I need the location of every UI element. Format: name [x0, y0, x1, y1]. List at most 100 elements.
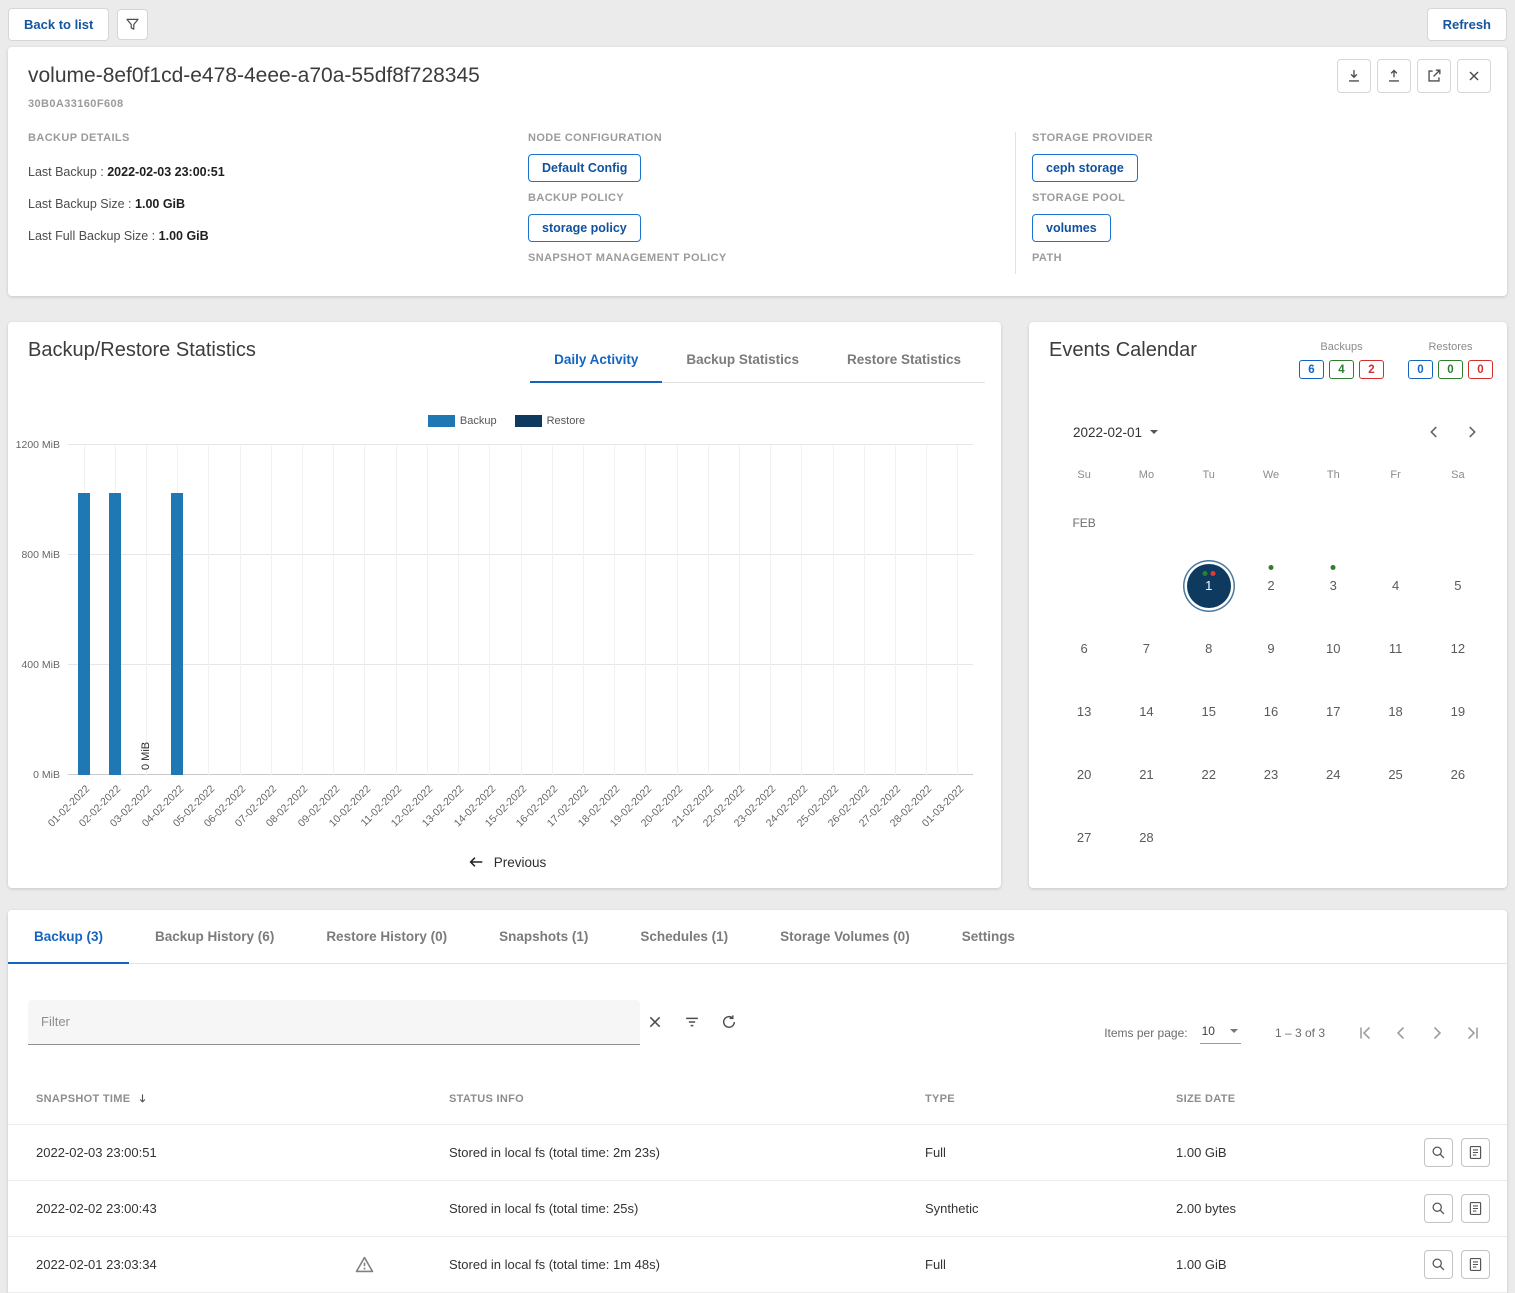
- backup-policy-chip[interactable]: storage policy: [528, 214, 641, 242]
- calendar-day-1[interactable]: 1: [1178, 554, 1240, 617]
- calendar-prev-button[interactable]: [1419, 417, 1449, 447]
- calendar-date-select[interactable]: 2022-02-01: [1073, 425, 1159, 440]
- items-per-page-label: Items per page:: [1104, 1026, 1187, 1040]
- first-page-button[interactable]: [1351, 1019, 1379, 1047]
- calendar-day-15[interactable]: 15: [1178, 680, 1240, 743]
- month-label: FEB: [1053, 491, 1115, 554]
- day-number: 10: [1311, 627, 1355, 671]
- calendar-day-26[interactable]: 26: [1427, 743, 1489, 806]
- tab-restore-history-0[interactable]: Restore History (0): [300, 910, 473, 963]
- refresh-button[interactable]: Refresh: [1427, 8, 1507, 41]
- calendar-day-12[interactable]: 12: [1427, 617, 1489, 680]
- inspect-button[interactable]: [1424, 1194, 1453, 1223]
- storage-pool-heading: STORAGE POOL: [1032, 192, 1491, 204]
- report-button[interactable]: [1461, 1138, 1490, 1167]
- inspect-icon: [1430, 1144, 1447, 1161]
- calendar-day-27[interactable]: 27: [1053, 806, 1115, 869]
- path-heading: PATH: [1032, 252, 1491, 264]
- empty-cell: [1053, 554, 1115, 617]
- calendar-day-2[interactable]: 2: [1240, 554, 1302, 617]
- day-number: 22: [1187, 753, 1231, 797]
- storage-section: STORAGE PROVIDER ceph storage STORAGE PO…: [1016, 132, 1491, 274]
- next-page-button[interactable]: [1423, 1019, 1451, 1047]
- tab-backup-statistics[interactable]: Backup Statistics: [662, 339, 823, 382]
- page-size-select[interactable]: 10: [1200, 1022, 1241, 1044]
- backup-bar: [109, 493, 121, 775]
- gridline: [833, 445, 834, 775]
- event-dot-red: [1210, 571, 1215, 576]
- tab-settings[interactable]: Settings: [936, 910, 1041, 963]
- calendar-day-25[interactable]: 25: [1364, 743, 1426, 806]
- export-button[interactable]: [1417, 59, 1451, 93]
- tab-daily-activity[interactable]: Daily Activity: [530, 339, 662, 382]
- calendar-day-20[interactable]: 20: [1053, 743, 1115, 806]
- filter-input[interactable]: [28, 1000, 640, 1044]
- filter-actions: [640, 1007, 744, 1037]
- report-button[interactable]: [1461, 1194, 1490, 1223]
- filter-field[interactable]: [28, 1000, 640, 1045]
- calendar-day-14[interactable]: 14: [1115, 680, 1177, 743]
- reload-button[interactable]: [714, 1007, 744, 1037]
- back-to-list-button[interactable]: Back to list: [8, 8, 109, 41]
- calendar-day-4[interactable]: 4: [1364, 554, 1426, 617]
- storage-pool-chip[interactable]: volumes: [1032, 214, 1111, 242]
- report-button[interactable]: [1461, 1250, 1490, 1279]
- status-info: Stored in local fs (total time: 1m 48s): [449, 1257, 660, 1272]
- calendar-day-9[interactable]: 9: [1240, 617, 1302, 680]
- column-filter-button[interactable]: [677, 1007, 707, 1037]
- gridline: [521, 445, 522, 775]
- calendar-day-5[interactable]: 5: [1427, 554, 1489, 617]
- calendar-counters: Backups642Restores000: [1299, 339, 1493, 379]
- stats-tabs: Daily ActivityBackup StatisticsRestore S…: [530, 339, 985, 383]
- inspect-button[interactable]: [1424, 1138, 1453, 1167]
- count-chip-red: 2: [1359, 360, 1384, 379]
- inspect-button[interactable]: [1424, 1250, 1453, 1279]
- status-info: Stored in local fs (total time: 25s): [449, 1201, 638, 1216]
- gridline: [146, 445, 147, 775]
- tab-snapshots-1[interactable]: Snapshots (1): [473, 910, 614, 963]
- close-button[interactable]: [1457, 59, 1491, 93]
- day-number: 2: [1249, 564, 1293, 608]
- calendar-day-16[interactable]: 16: [1240, 680, 1302, 743]
- calendar-day-7[interactable]: 7: [1115, 617, 1177, 680]
- tab-backup-history-6[interactable]: Backup History (6): [129, 910, 300, 963]
- filter-button[interactable]: [117, 9, 148, 40]
- tab-schedules-1[interactable]: Schedules (1): [614, 910, 754, 963]
- tab-backup-3[interactable]: Backup (3): [8, 910, 129, 963]
- tab-storage-volumes-0[interactable]: Storage Volumes (0): [754, 910, 936, 963]
- calendar-day-10[interactable]: 10: [1302, 617, 1364, 680]
- calendar-day-13[interactable]: 13: [1053, 680, 1115, 743]
- gridline: [552, 445, 553, 775]
- events-calendar-title: Events Calendar: [1049, 339, 1197, 362]
- calendar-day-18[interactable]: 18: [1364, 680, 1426, 743]
- column-header-snapshot-time[interactable]: SNAPSHOT TIME: [8, 1061, 449, 1125]
- download-button[interactable]: [1337, 59, 1371, 93]
- chevron-left-icon: [1391, 1023, 1411, 1043]
- warning-icon: [354, 1254, 375, 1275]
- node-config-chip[interactable]: Default Config: [528, 154, 641, 182]
- y-axis-label: 0 MiB: [33, 769, 60, 781]
- calendar-day-24[interactable]: 24: [1302, 743, 1364, 806]
- previous-button[interactable]: Previous: [467, 853, 547, 871]
- storage-provider-chip[interactable]: ceph storage: [1032, 154, 1138, 182]
- calendar-day-21[interactable]: 21: [1115, 743, 1177, 806]
- calendar-day-11[interactable]: 11: [1364, 617, 1426, 680]
- prev-page-button[interactable]: [1387, 1019, 1415, 1047]
- calendar-day-22[interactable]: 22: [1178, 743, 1240, 806]
- upload-button[interactable]: [1377, 59, 1411, 93]
- calendar-day-28[interactable]: 28: [1115, 806, 1177, 869]
- clear-filter-button[interactable]: [640, 1007, 670, 1037]
- calendar-day-3[interactable]: 3: [1302, 554, 1364, 617]
- weekday-label: Mo: [1115, 469, 1177, 491]
- gridline: [333, 445, 334, 775]
- calendar-day-17[interactable]: 17: [1302, 680, 1364, 743]
- day-number: 4: [1374, 564, 1418, 608]
- calendar-day-8[interactable]: 8: [1178, 617, 1240, 680]
- tab-restore-statistics[interactable]: Restore Statistics: [823, 339, 985, 382]
- calendar-day-6[interactable]: 6: [1053, 617, 1115, 680]
- last-page-button[interactable]: [1459, 1019, 1487, 1047]
- calendar-day-23[interactable]: 23: [1240, 743, 1302, 806]
- calendar-day-19[interactable]: 19: [1427, 680, 1489, 743]
- calendar-next-button[interactable]: [1457, 417, 1487, 447]
- chart-y-axis: 0 MiB400 MiB800 MiB1200 MiB: [28, 445, 64, 775]
